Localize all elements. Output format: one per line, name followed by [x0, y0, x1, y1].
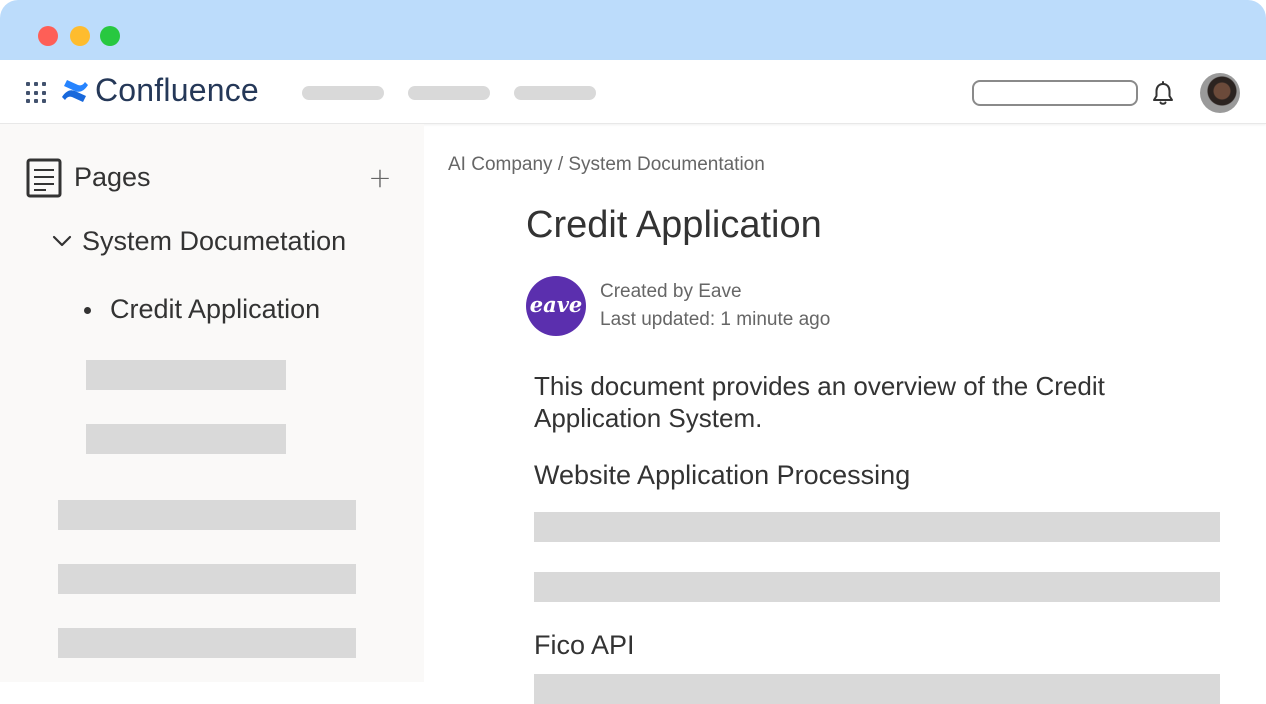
intro-paragraph: This document provides an overview of th… [534, 371, 1105, 433]
chevron-down-icon[interactable] [52, 234, 72, 248]
content-line-placeholder [534, 512, 1220, 542]
sidebar-title: Pages [74, 162, 151, 192]
nav-link-placeholder[interactable] [302, 86, 384, 100]
product-name[interactable]: Confluence [95, 72, 259, 108]
pages-icon [26, 158, 62, 198]
section-heading: Fico API [534, 630, 635, 660]
search-input[interactable] [972, 80, 1138, 106]
last-updated-text: Last updated: 1 minute ago [600, 309, 831, 330]
sidebar-item-placeholder[interactable] [86, 424, 286, 454]
sidebar: Pages + System Documetation Credit Appli… [0, 124, 424, 682]
app-window: Confluence Pages + System Documetation C… [0, 0, 1266, 704]
app-switcher-icon[interactable] [26, 82, 48, 104]
confluence-logo-icon [62, 80, 88, 102]
breadcrumb[interactable]: AI Company / System Documentation [448, 154, 765, 176]
minimize-window-button[interactable] [70, 26, 90, 46]
content-line-placeholder [534, 674, 1220, 704]
nav-link-placeholder[interactable] [408, 86, 490, 100]
add-page-button[interactable]: + [368, 164, 392, 192]
bullet-icon [84, 307, 91, 314]
nav-link-placeholder[interactable] [514, 86, 596, 100]
sidebar-item-placeholder[interactable] [58, 564, 356, 594]
window-titlebar [0, 0, 1266, 60]
sidebar-item-placeholder[interactable] [86, 360, 286, 390]
user-avatar[interactable] [1200, 73, 1240, 113]
created-by-text: Created by Eave [600, 281, 742, 302]
sidebar-item-placeholder[interactable] [58, 500, 356, 530]
author-avatar[interactable]: eave [526, 276, 586, 336]
top-navigation: Confluence [0, 60, 1266, 124]
sidebar-item-placeholder[interactable] [58, 628, 356, 658]
bell-icon[interactable] [1150, 80, 1176, 108]
section-heading: Website Application Processing [534, 460, 911, 490]
sidebar-item-credit-application[interactable]: Credit Application [110, 294, 320, 325]
page-title: Credit Application [526, 204, 822, 246]
content-line-placeholder [534, 572, 1220, 602]
maximize-window-button[interactable] [100, 26, 120, 46]
close-window-button[interactable] [38, 26, 58, 46]
sidebar-item-system-documentation[interactable]: System Documetation [82, 226, 346, 257]
